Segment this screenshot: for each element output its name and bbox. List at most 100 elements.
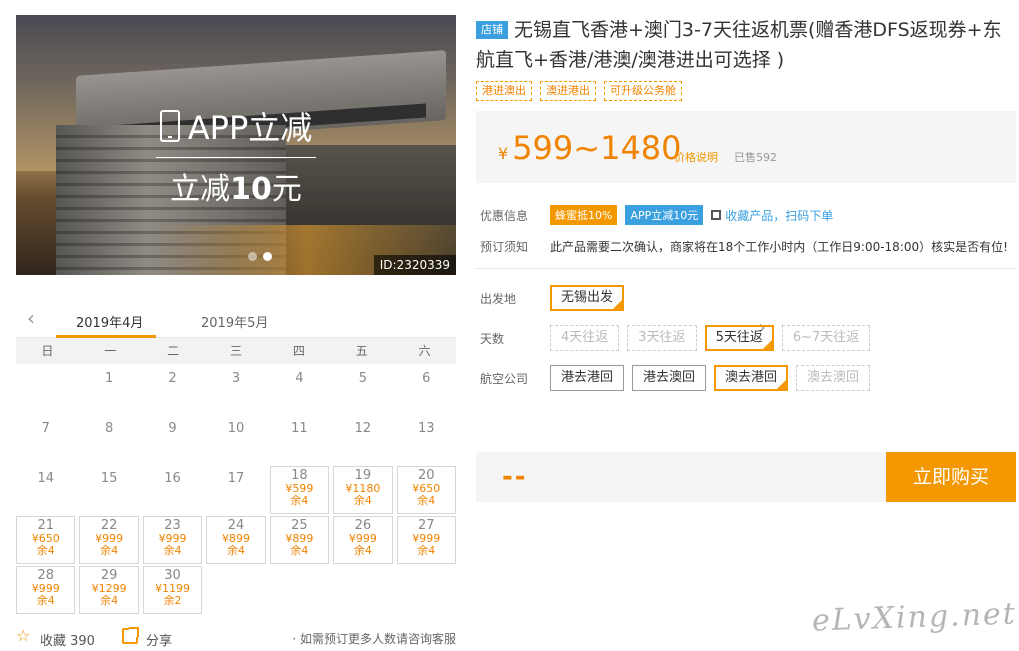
product-tag: 澳进港出 — [540, 81, 596, 101]
calendar-day: 10 — [206, 416, 265, 464]
site-watermark: eLvXing.net — [811, 596, 1018, 639]
airline-row: 航空公司 港去港回 港去澳回 澳去港回 澳去澳回 — [476, 365, 1016, 391]
day-number: 10 — [227, 421, 245, 436]
buy-now-button[interactable]: 立即购买 — [886, 452, 1016, 502]
date-calendar: ‹ 2019年4月 2019年5月 › 日 一 二 三 四 五 六 123456… — [16, 300, 766, 614]
notice-text: 此产品需要二次确认，商家将在18个工作小时内（工作日9:00-18:00）核实是… — [550, 240, 1008, 254]
day-number: 23 — [164, 518, 181, 533]
weekday: 四 — [292, 344, 305, 358]
days-option-4[interactable]: 4天往返 — [550, 325, 620, 351]
airline-option-mo-hk[interactable]: 澳去港回 — [714, 365, 789, 391]
promo-divider — [156, 157, 316, 158]
day-remaining: 余4 — [163, 544, 182, 557]
prev-month-chevron-icon[interactable]: ‹ — [20, 306, 42, 330]
promo-line1: APP立减 — [187, 109, 313, 147]
shop-badge[interactable]: 店铺 — [476, 21, 508, 39]
day-remaining: 余4 — [353, 544, 372, 557]
weekday: 六 — [418, 344, 431, 358]
airline-option-hk-mo[interactable]: 港去澳回 — [632, 365, 707, 391]
calendar-day: 13 — [397, 416, 456, 464]
calendar-day: 3 — [206, 366, 265, 414]
product-hero-image: APP立减 立减10元 ID:2320339 — [16, 15, 456, 275]
carousel-dot-2[interactable] — [263, 252, 272, 261]
day-remaining: 余4 — [226, 544, 245, 557]
day-number: 8 — [104, 421, 114, 436]
calendar-day-available[interactable]: 29 ¥1299 余4 — [79, 566, 139, 614]
star-icon[interactable]: ☆ — [16, 626, 30, 645]
price-explanation-link[interactable]: 价格说明 — [674, 149, 718, 165]
calendar-day: 17 — [206, 466, 265, 514]
calendar-day-available[interactable]: 30 ¥1199 余2 — [142, 566, 203, 614]
calendar-day-available[interactable]: 27 ¥999 余4 — [396, 516, 456, 564]
airline-option-mo-mo[interactable]: 澳去澳回 — [796, 365, 871, 391]
day-number: 7 — [41, 421, 50, 436]
calendar-month-nav: ‹ 2019年4月 2019年5月 › — [16, 300, 766, 339]
price-value: 599~1480 — [512, 129, 682, 167]
notice-label: 预订须知 — [480, 240, 529, 254]
calendar-day-available[interactable]: 24 ¥899 余4 — [206, 516, 266, 564]
calendar-day-available[interactable]: 23 ¥999 余4 — [142, 516, 203, 564]
day-number: 4 — [295, 371, 304, 386]
day-remaining: 余4 — [36, 544, 55, 557]
days-label: 天数 — [480, 331, 505, 346]
options-section: 出发地 无锡出发 天数 4天往返 3天往返 5天往返 6~7天往返 航空公司 港… — [476, 285, 1016, 391]
airline-option-hk-hk[interactable]: 港去港回 — [550, 365, 625, 391]
product-tag: 可升级公务舱 — [604, 81, 682, 101]
carousel-dot-1[interactable] — [248, 252, 257, 261]
month-tab-may[interactable]: 2019年5月 — [201, 312, 268, 331]
discount-row: 优惠信息 蜂蜜抵10% APP立减10元 收藏产品，扫码下单 — [476, 205, 1016, 225]
promo-prefix: 立减 — [170, 172, 231, 207]
product-tag: 港进澳出 — [476, 81, 532, 101]
day-number: 16 — [164, 471, 181, 486]
day-number: 2 — [168, 371, 177, 386]
qr-code-icon[interactable] — [711, 210, 722, 220]
day-number: 13 — [418, 421, 435, 436]
product-title-row: 店铺 无锡直飞香港+澳门3-7天往返机票(赠香港DFS返现券+东航直飞+香港/港澳… — [476, 15, 1016, 75]
calendar-day: 8 — [79, 416, 138, 464]
day-number: 1 — [104, 371, 114, 386]
calendar-day-available[interactable]: 26 ¥999 余4 — [333, 516, 393, 564]
calendar-day-available[interactable]: 28 ¥999 余4 — [16, 566, 76, 614]
days-option-5[interactable]: 5天往返 — [704, 325, 774, 351]
collect-button[interactable]: 收藏 390 — [40, 630, 95, 649]
calendar-day: 7 — [16, 416, 75, 464]
month-tab-april[interactable]: 2019年4月 — [76, 312, 143, 331]
day-number: 19 — [354, 468, 372, 483]
app-promo-banner: APP立减 立减10元 — [16, 103, 456, 208]
sold-count: 已售592 — [734, 151, 777, 164]
calendar-day-available[interactable]: 18 ¥599 余4 — [269, 466, 330, 514]
bottom-actions: ☆ 收藏 390 分享 · 如需预订更多人数请咨询客服 — [16, 626, 456, 649]
day-number: 6 — [422, 371, 431, 386]
calendar-day: 12 — [333, 416, 392, 464]
weekday: 五 — [355, 344, 368, 358]
days-option-6-7[interactable]: 6~7天往返 — [781, 325, 871, 351]
day-number: 27 — [418, 518, 435, 533]
share-button[interactable]: 分享 — [146, 630, 172, 649]
calendar-day: 15 — [79, 466, 138, 514]
price-currency: ¥ — [498, 144, 509, 163]
share-icon[interactable] — [122, 627, 139, 644]
price-box: ¥599~1480 价格说明 已售592 — [476, 111, 1016, 183]
calendar-day-available[interactable]: 21 ¥650 余4 — [16, 516, 76, 564]
day-number: 18 — [291, 468, 308, 483]
calendar-day-available[interactable]: 20 ¥650 余4 — [396, 466, 456, 514]
buy-bar: -- 立即购买 — [476, 452, 1016, 502]
day-remaining: 余2 — [163, 594, 182, 607]
app-discount-badge: APP立减10元 — [625, 205, 704, 225]
day-number: 9 — [168, 421, 177, 436]
calendar-day-available[interactable]: 25 ¥899 余4 — [269, 516, 330, 564]
day-number: 5 — [358, 371, 367, 386]
day-number: 26 — [354, 518, 372, 533]
day-number: 30 — [164, 568, 181, 583]
calendar-day: 1 — [79, 366, 138, 414]
calendar-day: 9 — [143, 416, 202, 464]
weekday: 二 — [167, 344, 180, 358]
departure-option-wuxi[interactable]: 无锡出发 — [550, 285, 625, 311]
calendar-day-available[interactable]: 19 ¥1180 余4 — [333, 466, 393, 514]
day-number: 28 — [37, 568, 54, 583]
day-remaining: 余4 — [36, 594, 55, 607]
days-row: 天数 4天往返 3天往返 5天往返 6~7天往返 — [476, 325, 1016, 351]
calendar-day-available[interactable]: 22 ¥999 余4 — [79, 516, 139, 564]
collect-scan-link[interactable]: 收藏产品，扫码下单 — [725, 207, 833, 224]
days-option-3[interactable]: 3天往返 — [627, 325, 697, 351]
